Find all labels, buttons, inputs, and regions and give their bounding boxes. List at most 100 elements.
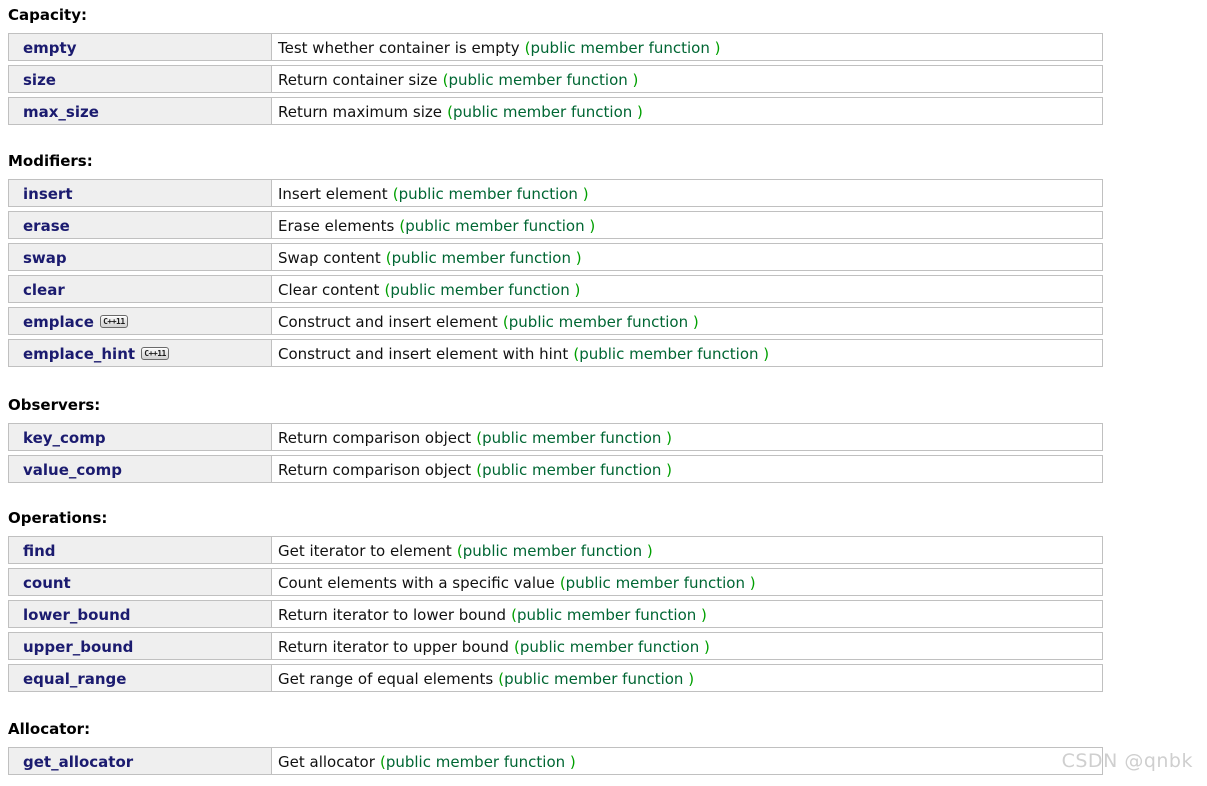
close-paren: ): [688, 312, 699, 331]
member-description-cell: Get iterator to element (public member f…: [272, 536, 1103, 564]
member-name-cell: upper_bound: [8, 632, 272, 660]
member-description-cell: Return comparison object (public member …: [272, 455, 1103, 483]
section-modifiers: Modifiers: insert Insert element (public m…: [8, 152, 1103, 371]
table-row: value_comp Return comparison object (publ…: [8, 455, 1103, 483]
close-paren: ): [744, 573, 756, 592]
member-kind-text: public member function: [398, 184, 578, 203]
member-name-cell: empty: [8, 33, 272, 61]
table-row: key_comp Return comparison object (public…: [8, 423, 1103, 451]
close-paren: ): [632, 102, 643, 121]
member-description-cell: Return maximum size (public member funct…: [272, 97, 1103, 125]
close-paren: ): [565, 752, 576, 771]
member-description-text: Return container size: [278, 70, 438, 89]
member-kind-text: public member function: [504, 669, 684, 688]
section-heading-colon: :: [94, 396, 101, 414]
member-name-cell: emplace_hint C++11: [8, 339, 272, 367]
member-description-cell: Swap content (public member function ): [272, 243, 1103, 271]
member-link-clear[interactable]: clear: [23, 281, 65, 299]
member-description-text: Return iterator to upper bound: [278, 637, 509, 656]
section-heading: Allocator:: [8, 720, 1103, 743]
member-link-insert[interactable]: insert: [23, 185, 73, 203]
member-description-text: Construct and insert element: [278, 312, 498, 331]
table-row: upper_bound Return iterator to upper boun…: [8, 632, 1103, 660]
member-kind-text: public member function: [452, 102, 633, 121]
member-name-cell: get_allocator: [8, 747, 272, 775]
member-kind-text: public member function: [482, 460, 662, 479]
member-kind-text: public member function: [385, 752, 566, 771]
member-link-key_comp[interactable]: key_comp: [23, 429, 106, 447]
member-description-cell: Return iterator to upper bound (public m…: [272, 632, 1103, 660]
section-heading-text: Capacity: [8, 6, 81, 24]
member-link-size[interactable]: size: [23, 71, 56, 89]
member-link-find[interactable]: find: [23, 542, 56, 560]
member-link-empty[interactable]: empty: [23, 39, 77, 57]
member-link-emplace[interactable]: emplace: [23, 313, 94, 331]
section-heading: Observers:: [8, 396, 1103, 419]
member-description-cell: Insert element (public member function ): [272, 179, 1103, 207]
member-description-cell: Get range of equal elements (public memb…: [272, 664, 1103, 692]
member-name-cell: swap: [8, 243, 272, 271]
member-link-value_comp[interactable]: value_comp: [23, 461, 122, 479]
member-description-cell: Get allocator (public member function ): [272, 747, 1103, 775]
section-heading: Modifiers:: [8, 152, 1103, 175]
close-paren: ): [661, 428, 673, 447]
member-description-text: Swap content: [278, 248, 381, 267]
member-description-cell: Construct and insert element (public mem…: [272, 307, 1103, 335]
cpp11-badge-icon: C++11: [99, 314, 128, 328]
member-description-cell: Construct and insert element with hint (…: [272, 339, 1103, 367]
member-kind-text: public member function: [516, 605, 697, 624]
section-capacity: Capacity: empty Test whether container is …: [8, 6, 1103, 129]
close-paren: ): [683, 669, 695, 688]
member-description-text: Insert element: [278, 184, 388, 203]
section-heading-colon: :: [84, 720, 91, 738]
member-link-emplace_hint[interactable]: emplace_hint: [23, 345, 135, 363]
member-name-cell: erase: [8, 211, 272, 239]
close-paren: ): [570, 248, 582, 267]
reference-page: Capacity: empty Test whether container is …: [0, 0, 1207, 786]
member-description-text: Test whether container is empty: [278, 38, 520, 57]
table-row: equal_range Get range of equal elements (…: [8, 664, 1103, 692]
member-description-text: Construct and insert element with hint: [278, 344, 569, 363]
member-kind-text: public member function: [565, 573, 745, 592]
member-link-equal_range[interactable]: equal_range: [23, 670, 126, 688]
member-table: key_comp Return comparison object (public…: [8, 419, 1103, 487]
member-name-cell: emplace C++11: [8, 307, 272, 335]
member-description-text: Return comparison object: [278, 460, 472, 479]
table-row: count Count elements with a specific valu…: [8, 568, 1103, 596]
member-table: find Get iterator to element (public memb…: [8, 532, 1103, 696]
member-kind-text: public member function: [530, 38, 710, 57]
section-heading-text: Allocator: [8, 720, 85, 738]
member-link-max_size[interactable]: max_size: [23, 103, 99, 121]
member-description-cell: Return comparison object (public member …: [272, 423, 1103, 451]
section-observers: Observers: key_comp Return comparison obje…: [8, 396, 1103, 487]
section-heading-colon: :: [101, 509, 108, 527]
table-row: lower_bound Return iterator to lower boun…: [8, 600, 1103, 628]
close-paren: ): [709, 38, 721, 57]
member-kind-text: public member function: [462, 541, 643, 560]
close-paren: ): [758, 344, 770, 363]
table-row: get_allocator Get allocator (public membe…: [8, 747, 1103, 775]
member-description-text: Return iterator to lower bound: [278, 605, 507, 624]
member-description-text: Get allocator: [278, 752, 375, 771]
member-name-cell: equal_range: [8, 664, 272, 692]
section-heading: Operations:: [8, 509, 1103, 532]
cpp11-badge-icon: C++11: [141, 346, 170, 360]
member-name-cell: find: [8, 536, 272, 564]
member-name-cell: max_size: [8, 97, 272, 125]
table-row: emplace C++11 Construct and insert element…: [8, 307, 1103, 335]
member-description-cell: Erase elements (public member function ): [272, 211, 1103, 239]
member-kind-text: public member function: [482, 428, 662, 447]
member-link-lower_bound[interactable]: lower_bound: [23, 606, 131, 624]
member-name-cell: lower_bound: [8, 600, 272, 628]
member-name-cell: clear: [8, 275, 272, 303]
csdn-watermark: CSDN @qnbk: [1061, 750, 1193, 772]
member-kind-text: public member function: [448, 70, 628, 89]
section-allocator: Allocator: get_allocator Get allocator (pu…: [8, 720, 1103, 779]
member-link-swap[interactable]: swap: [23, 249, 67, 267]
member-kind-text: public member function: [391, 248, 571, 267]
member-link-count[interactable]: count: [23, 574, 71, 592]
member-link-upper_bound[interactable]: upper_bound: [23, 638, 133, 656]
member-link-get_allocator[interactable]: get_allocator: [23, 753, 133, 771]
member-link-erase[interactable]: erase: [23, 217, 70, 235]
member-description-text: Count elements with a specific value: [278, 573, 555, 592]
